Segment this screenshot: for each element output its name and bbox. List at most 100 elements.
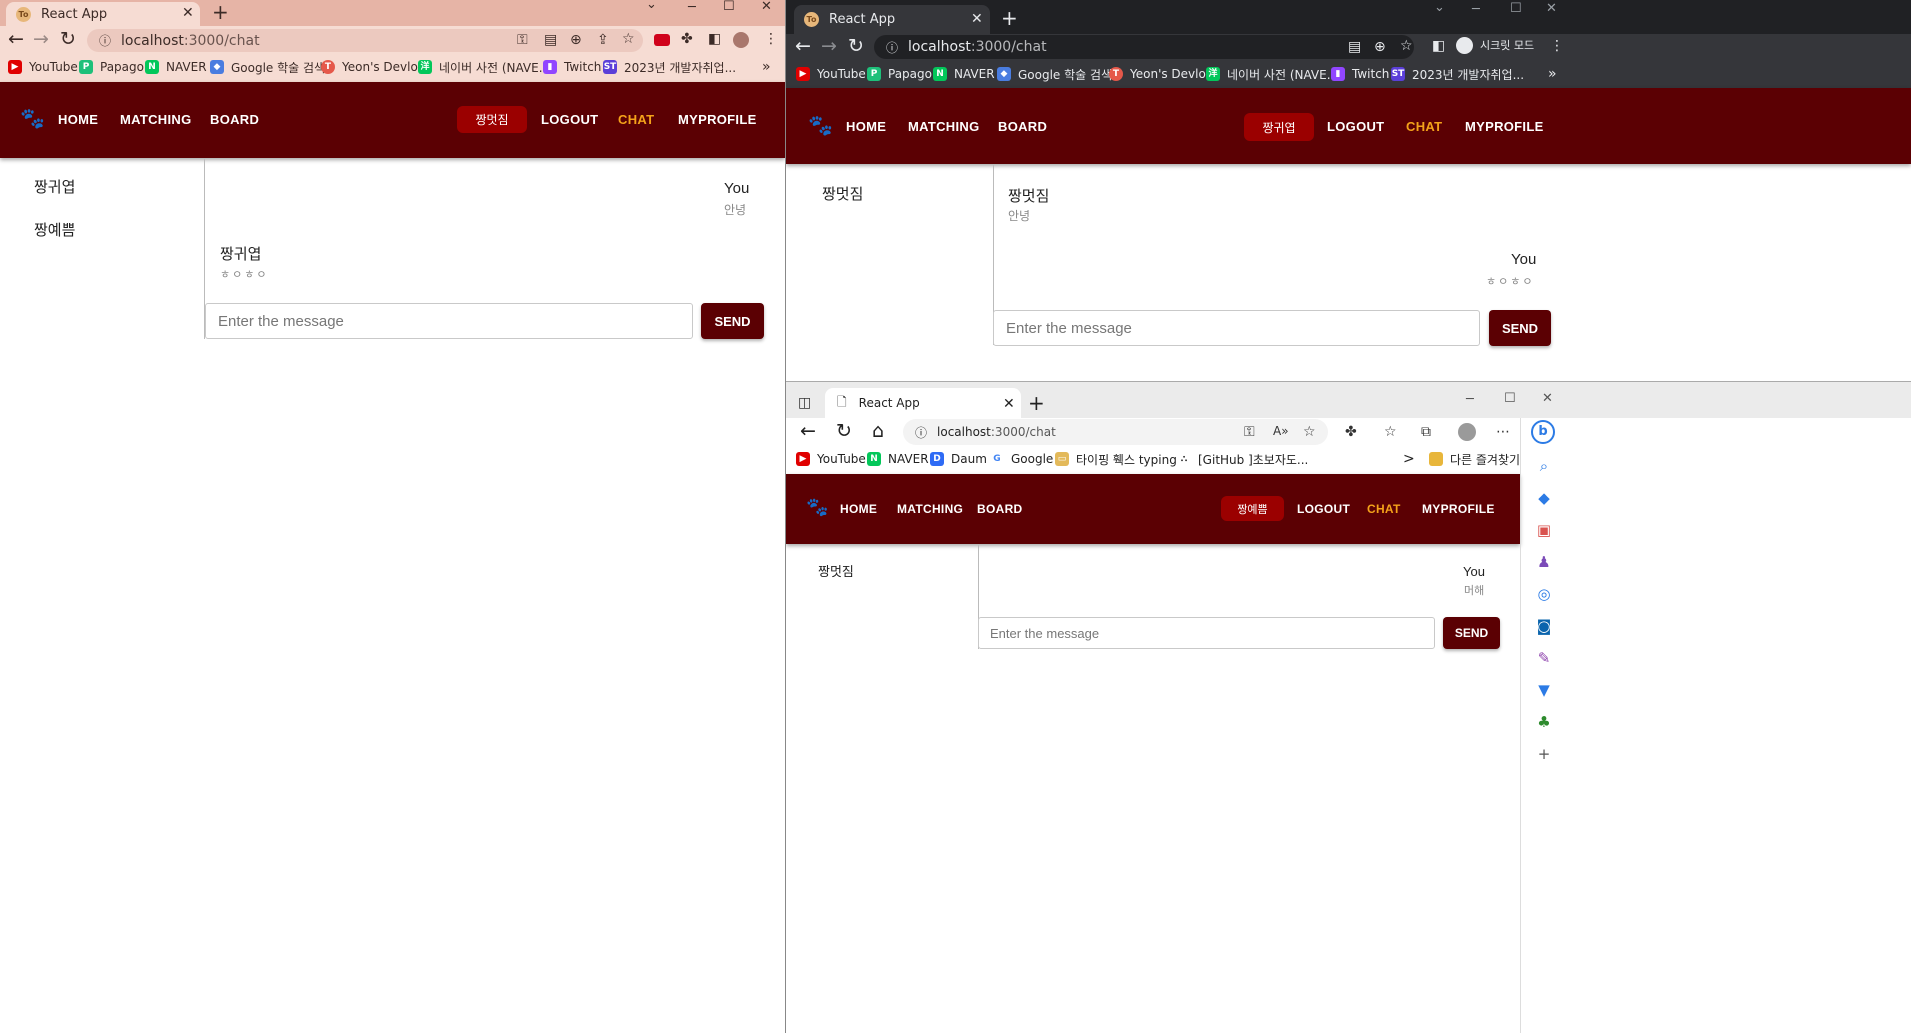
send-button[interactable]: SEND — [1443, 617, 1500, 649]
translate-icon[interactable]: ▤ — [544, 33, 557, 47]
send-button[interactable]: SEND — [1489, 310, 1551, 346]
current-user-badge[interactable]: 짱귀엽 — [1244, 113, 1314, 141]
zoom-icon[interactable]: ⊕ — [570, 33, 582, 47]
contact-item[interactable]: 짱멋짐 — [818, 561, 854, 580]
close-window-button[interactable]: ✕ — [1542, 391, 1553, 406]
profile-avatar[interactable] — [733, 32, 749, 48]
search-icon[interactable]: ⌕ — [1540, 459, 1548, 474]
back-icon[interactable]: ← — [800, 422, 816, 441]
nav-chat[interactable]: CHAT — [1367, 502, 1401, 516]
new-tab-button[interactable]: + — [1028, 391, 1045, 415]
message-input[interactable]: Enter the message — [205, 303, 693, 339]
incognito-badge[interactable]: 시크릿 모드 — [1456, 37, 1534, 54]
nav-matching[interactable]: MATCHING — [120, 112, 191, 127]
nav-matching[interactable]: MATCHING — [908, 119, 979, 134]
zoom-icon[interactable]: ⊕ — [1374, 40, 1386, 54]
bookmark-github[interactable]: ⛬ [GitHub ]초보자도... — [1177, 451, 1308, 467]
close-window-button[interactable]: ✕ — [761, 0, 772, 14]
nav-home[interactable]: HOME — [846, 119, 886, 134]
nav-board[interactable]: BOARD — [998, 119, 1047, 134]
bookmark-google[interactable]: G Google — [990, 451, 1053, 467]
forward-icon[interactable]: → — [821, 37, 837, 56]
nav-chat[interactable]: CHAT — [618, 112, 654, 127]
nav-home[interactable]: HOME — [840, 502, 877, 516]
designer-icon[interactable]: ✎ — [1538, 651, 1551, 666]
browser-tab[interactable]: To React App — [794, 5, 990, 34]
office-icon[interactable]: ◎ — [1537, 587, 1550, 602]
bookmark-google-scholar[interactable]: ◆ Google 학술 검색 — [210, 59, 325, 75]
menu-icon[interactable]: ⋮ — [1550, 39, 1564, 53]
tab-actions-icon[interactable]: ◫ — [798, 396, 811, 410]
nav-myprofile[interactable]: MYPROFILE — [1465, 119, 1544, 134]
nav-myprofile[interactable]: MYPROFILE — [1422, 502, 1495, 516]
bing-icon[interactable]: b — [1531, 420, 1555, 444]
bookmark-naver[interactable]: N NAVER — [145, 59, 207, 75]
browser-tab[interactable]: 🗋 React App — [825, 388, 1021, 418]
bookmark-yeons-devlog[interactable]: T Yeon's Devlog — [321, 59, 425, 75]
site-info-icon[interactable]: ⓘ — [915, 424, 927, 441]
read-aloud-icon[interactable]: A» — [1273, 425, 1289, 437]
extensions-icon[interactable]: ✤ — [1345, 425, 1357, 439]
more-bookmarks-icon[interactable]: > — [1403, 451, 1415, 467]
minimize-button[interactable]: ─ — [1472, 2, 1480, 17]
key-icon[interactable]: ⚿ — [517, 33, 528, 47]
bookmark-twitch[interactable]: ▮ Twitch — [1331, 66, 1389, 82]
current-user-badge[interactable]: 짱멋짐 — [457, 106, 527, 133]
contact-item[interactable]: 짱귀엽 — [34, 176, 75, 197]
bookmark-papago[interactable]: P Papago — [867, 66, 932, 82]
contact-item[interactable]: 짱예쁨 — [34, 219, 75, 240]
nav-logout[interactable]: LOGOUT — [541, 112, 598, 127]
outlook-icon[interactable]: ◙ — [1537, 619, 1552, 634]
side-panel-icon[interactable]: ◧ — [708, 32, 721, 46]
message-input[interactable]: Enter the message — [978, 617, 1435, 649]
bookmark-naver-dict[interactable]: 洋 네이버 사전 (NAVE... — [1206, 66, 1338, 82]
new-tab-button[interactable]: + — [1001, 6, 1018, 30]
forward-icon[interactable]: → — [33, 30, 49, 49]
nav-chat[interactable]: CHAT — [1406, 119, 1442, 134]
games-icon[interactable]: ♟ — [1537, 555, 1550, 570]
collections-icon[interactable]: ⧉ — [1421, 425, 1431, 439]
tab-search-icon[interactable]: ⌄ — [646, 0, 657, 12]
reload-icon[interactable]: ↻ — [848, 37, 864, 56]
bookmark-youtube[interactable]: ▶ YouTube — [8, 59, 78, 75]
more-bookmarks-icon[interactable]: » — [762, 59, 771, 75]
nav-board[interactable]: BOARD — [210, 112, 259, 127]
bookmark-naver-dict[interactable]: 洋 네이버 사전 (NAVE... — [418, 59, 550, 75]
minimize-button[interactable]: ─ — [1466, 392, 1474, 407]
extensions-icon[interactable]: ✤ — [681, 32, 693, 46]
star-icon[interactable]: ☆ — [1400, 39, 1413, 53]
translate-icon[interactable]: ▤ — [1348, 40, 1361, 54]
maximize-button[interactable]: ☐ — [1510, 1, 1522, 16]
close-tab-icon[interactable]: ✕ — [182, 5, 194, 21]
paw-icon[interactable]: 🐾 — [806, 499, 828, 517]
bookmark-naver[interactable]: N NAVER — [933, 66, 995, 82]
add-favorite-icon[interactable]: ☆ — [1303, 425, 1316, 439]
nav-board[interactable]: BOARD — [977, 502, 1023, 516]
bookmark-naver[interactable]: N NAVER — [867, 451, 929, 467]
tree-icon[interactable]: ♣ — [1537, 715, 1550, 730]
more-bookmarks-icon[interactable]: » — [1548, 66, 1557, 82]
menu-icon[interactable]: ⋮ — [764, 32, 778, 46]
youtube-extension-icon[interactable] — [654, 34, 670, 46]
add-icon[interactable]: + — [1538, 747, 1551, 762]
bookmark-yeons-devlog[interactable]: T Yeon's Devlog — [1109, 66, 1213, 82]
back-icon[interactable]: ← — [795, 37, 811, 56]
side-panel-icon[interactable]: ◧ — [1432, 39, 1445, 53]
maximize-button[interactable]: ☐ — [723, 0, 735, 14]
browser-tab[interactable]: To React App — [6, 2, 200, 26]
minimize-button[interactable]: ─ — [688, 0, 696, 15]
tab-search-icon[interactable]: ⌄ — [1434, 0, 1445, 15]
drop-icon[interactable]: ▼ — [1538, 683, 1550, 698]
profile-avatar[interactable] — [1458, 423, 1476, 441]
nav-home[interactable]: HOME — [58, 112, 98, 127]
paw-icon[interactable]: 🐾 — [20, 108, 45, 128]
new-tab-button[interactable]: + — [212, 0, 229, 24]
back-icon[interactable]: ← — [8, 30, 24, 49]
current-user-badge[interactable]: 짱예쁨 — [1221, 496, 1284, 521]
address-bar[interactable]: ⓘ localhost:3000/chat — [903, 419, 1328, 445]
send-button[interactable]: SEND — [701, 303, 764, 339]
site-info-icon[interactable]: ⓘ — [99, 32, 111, 49]
bookmark-papago[interactable]: P Papago — [79, 59, 144, 75]
address-bar[interactable]: ⓘ localhost:3000/chat — [87, 29, 643, 52]
contact-item[interactable]: 짱멋짐 — [822, 183, 863, 204]
